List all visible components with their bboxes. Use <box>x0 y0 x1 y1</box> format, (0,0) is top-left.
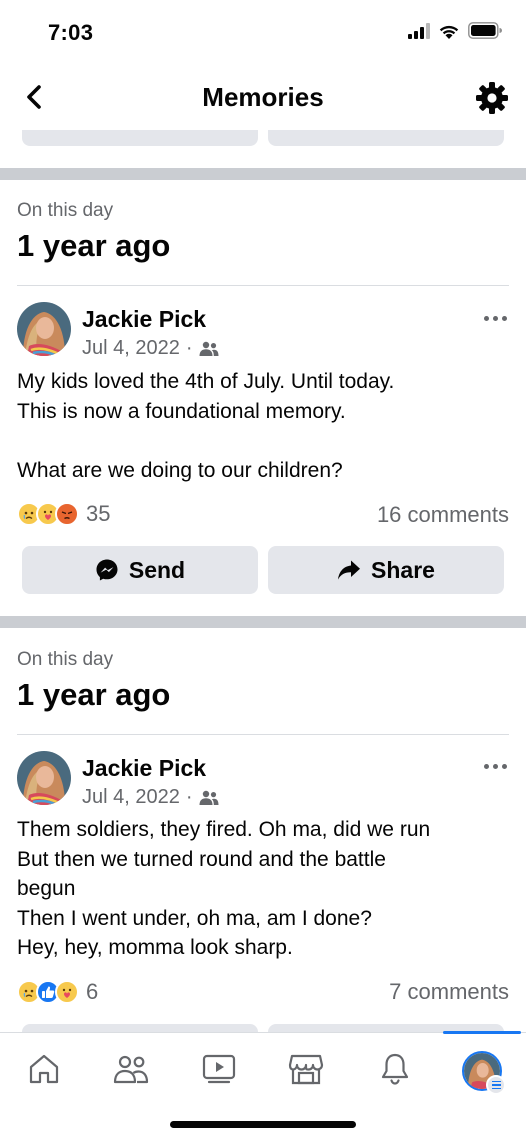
bell-icon <box>381 1053 409 1085</box>
battery-icon <box>468 22 502 39</box>
status-icons <box>408 22 502 39</box>
angry-reaction-icon <box>55 502 79 526</box>
post-author[interactable]: Jackie Pick <box>82 755 206 782</box>
status-time: 7:03 <box>48 20 94 45</box>
home-indicator <box>170 1121 356 1128</box>
comments-count[interactable]: 7 comments <box>389 979 509 1005</box>
reaction-count: 6 <box>86 979 99 1004</box>
care-reaction-icon <box>55 980 79 1004</box>
reactions-summary[interactable]: 35 <box>17 501 110 527</box>
menu-badge-icon <box>486 1075 506 1095</box>
friends-icon <box>113 1055 149 1084</box>
page-title: Memories <box>202 82 324 112</box>
post-text: My kids loved the 4th of July. Until tod… <box>17 370 395 482</box>
send-label: Send <box>128 556 186 583</box>
comments-count[interactable]: 16 comments <box>377 502 509 528</box>
section-divider <box>0 616 526 628</box>
settings-button[interactable] <box>474 80 510 116</box>
send-button[interactable] <box>22 1024 258 1032</box>
reaction-count: 35 <box>86 501 111 526</box>
post-author[interactable]: Jackie Pick <box>82 306 206 333</box>
nav-video[interactable] <box>197 1049 241 1089</box>
previous-send-button[interactable] <box>22 130 258 146</box>
send-button[interactable]: Send <box>22 546 258 594</box>
years-ago-title: 1 year ago <box>17 677 171 712</box>
share-label: Share <box>371 556 435 583</box>
memories-header: Memories <box>0 64 526 130</box>
nav-home[interactable] <box>22 1049 66 1089</box>
meta-separator: · <box>185 337 193 359</box>
share-arrow-icon <box>338 560 361 580</box>
wifi-icon <box>439 25 459 39</box>
more-options-button[interactable] <box>480 308 510 328</box>
home-icon <box>29 1054 59 1084</box>
avatar[interactable] <box>17 751 71 805</box>
marketplace-icon <box>288 1054 324 1085</box>
nav-notifications[interactable] <box>373 1049 417 1089</box>
friends-icon <box>199 790 219 805</box>
on-this-day-label: On this day <box>17 200 114 221</box>
share-button[interactable]: Share <box>268 546 504 594</box>
previous-memory-actions <box>0 130 526 148</box>
post-date[interactable]: Jul 4, 2022 <box>82 786 180 809</box>
friends-icon <box>199 341 219 356</box>
meta-separator: · <box>185 786 193 808</box>
separator <box>17 734 509 735</box>
memory-card: On this day 1 year ago Jackie Pick Jul 4… <box>0 628 526 1032</box>
signal-icon <box>408 22 430 39</box>
profile-menu-icon <box>462 1051 506 1095</box>
on-this-day-label: On this day <box>17 649 114 670</box>
video-icon <box>202 1054 236 1084</box>
messenger-icon <box>96 559 118 581</box>
previous-share-button[interactable] <box>268 130 504 146</box>
post-date[interactable]: Jul 4, 2022 <box>82 337 180 360</box>
nav-marketplace[interactable] <box>284 1049 328 1089</box>
post-text: Them soldiers, they fired. Oh ma, did we… <box>17 818 431 959</box>
nav-profile-menu[interactable] <box>460 1049 506 1095</box>
active-tab-indicator <box>443 1031 521 1034</box>
section-divider <box>0 168 526 180</box>
reactions-summary[interactable]: 6 <box>17 979 98 1005</box>
nav-friends[interactable] <box>109 1049 153 1089</box>
status-bar: 7:03 <box>0 0 526 64</box>
separator <box>17 285 509 286</box>
avatar[interactable] <box>17 302 71 356</box>
more-options-button[interactable] <box>480 756 510 776</box>
years-ago-title: 1 year ago <box>17 228 171 263</box>
gear-icon <box>476 82 508 114</box>
memory-card: On this day 1 year ago Jackie Pick Jul 4… <box>0 180 526 616</box>
post-meta: Jul 4, 2022 · <box>82 337 219 360</box>
post-meta: Jul 4, 2022 · <box>82 786 219 809</box>
